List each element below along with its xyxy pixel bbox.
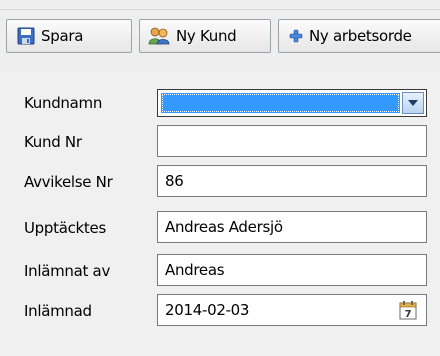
- submitted-by-field[interactable]: Andreas: [157, 254, 427, 286]
- calendar-icon[interactable]: 7: [399, 300, 417, 320]
- calendar-day-text: 7: [405, 309, 412, 320]
- new-work-order-button[interactable]: Ny arbetsorde: [278, 19, 440, 53]
- form-row-customer-name: Kundnamn: [0, 86, 440, 120]
- submitted-by-label: Inlämnat av: [24, 262, 111, 280]
- form-row-submitted-by: Inlämnat av Andreas: [0, 254, 440, 288]
- save-button-label: Spara: [41, 27, 84, 45]
- form-row-discovered-by: Upptäcktes Andreas Adersjö: [0, 211, 440, 245]
- floppy-disk-icon: [17, 27, 35, 45]
- chevron-down-icon: [408, 100, 418, 106]
- submitted-date-picker[interactable]: 2014-02-03 7: [157, 294, 427, 326]
- form-row-deviation-number: Avvikelse Nr 86: [0, 165, 440, 199]
- deviation-number-field[interactable]: 86: [157, 165, 427, 197]
- dropdown-button[interactable]: [402, 92, 424, 114]
- submitted-date-label: Inlämnad: [24, 302, 92, 320]
- discovered-by-field[interactable]: Andreas Adersjö: [157, 211, 427, 243]
- people-icon: [148, 27, 170, 45]
- new-customer-label: Ny Kund: [176, 27, 237, 45]
- deviation-number-label: Avvikelse Nr: [24, 173, 113, 191]
- new-customer-button[interactable]: Ny Kund: [139, 19, 271, 53]
- discovered-by-label: Upptäcktes: [24, 219, 106, 237]
- customer-number-label: Kund Nr: [24, 133, 82, 151]
- new-work-order-label: Ny arbetsorde: [309, 27, 412, 45]
- form-row-submitted-date: Inlämnad 2014-02-03 7: [0, 294, 440, 328]
- form-row-customer-number: Kund Nr: [0, 125, 440, 159]
- form-panel: Kundnamn Kund Nr Avvikelse Nr 86 Upptäck…: [0, 72, 440, 356]
- customer-name-label: Kundnamn: [24, 94, 103, 112]
- customer-name-combobox[interactable]: [157, 89, 427, 117]
- save-button[interactable]: Spara: [6, 19, 132, 53]
- customer-name-selected-value: [161, 93, 400, 113]
- plus-icon: [289, 29, 303, 43]
- toolbar-divider: [0, 9, 440, 10]
- toolbar: Spara Ny Kund Ny arbetsorde: [0, 0, 440, 72]
- submitted-date-value: 2014-02-03: [165, 301, 250, 319]
- customer-number-field[interactable]: [157, 125, 427, 157]
